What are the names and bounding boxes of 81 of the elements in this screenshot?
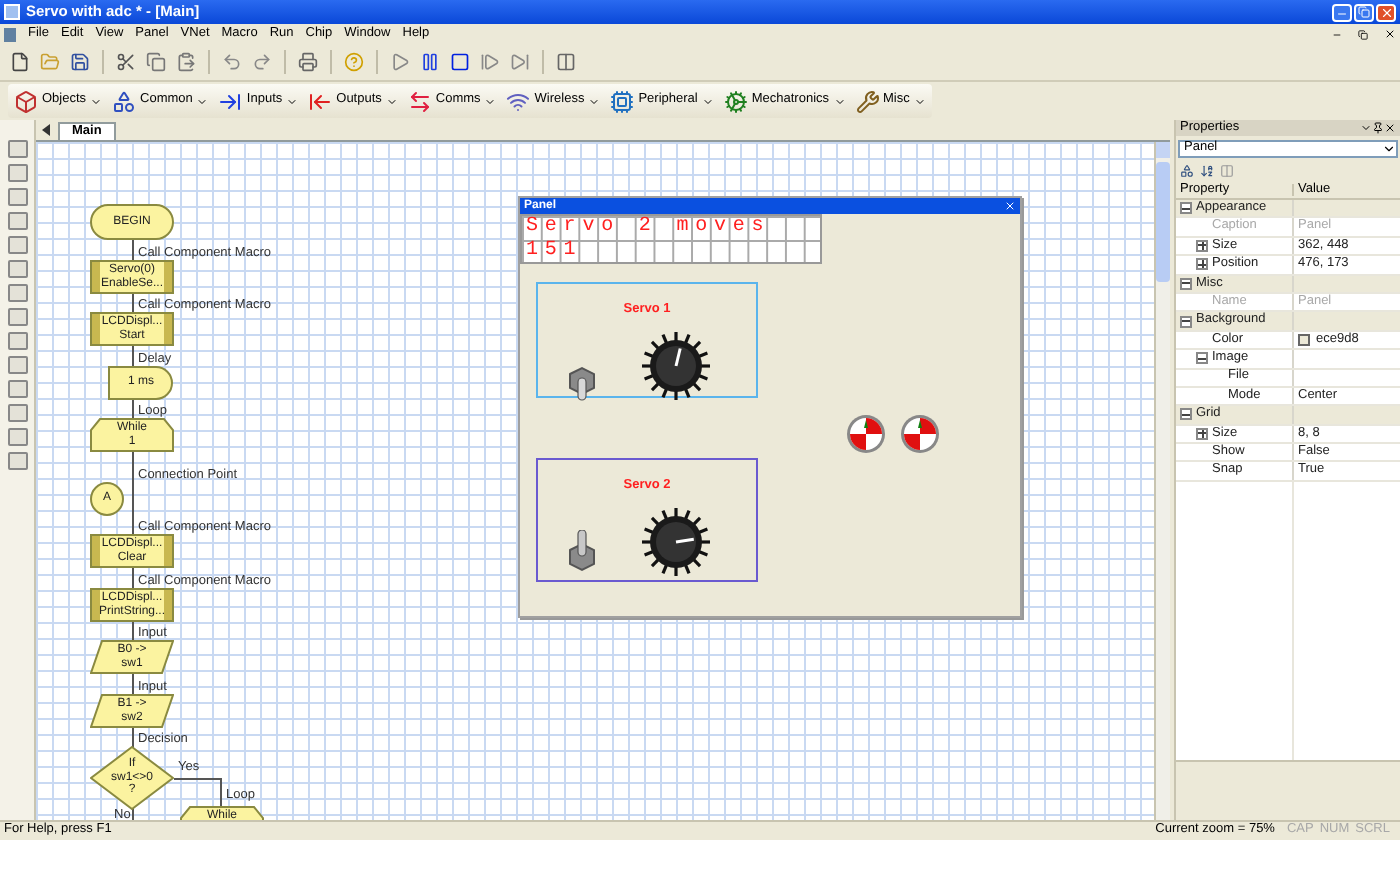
- caret-icon: [484, 95, 497, 107]
- restore-button[interactable]: [1356, 27, 1370, 41]
- arrow-in-icon: [218, 89, 243, 113]
- close-icon[interactable]: [1384, 122, 1396, 134]
- help-icon: [344, 52, 364, 72]
- step-into-icon: [480, 52, 500, 72]
- minimize-button[interactable]: [1332, 3, 1352, 21]
- app-icon: [4, 4, 20, 20]
- chip-icon: [610, 89, 635, 113]
- new-file-icon[interactable]: [8, 50, 32, 74]
- play-icon: [390, 52, 410, 72]
- paste-icon: [176, 52, 196, 72]
- print-icon: [298, 52, 318, 72]
- close-icon: [1383, 28, 1395, 40]
- columns-icon: [556, 52, 576, 72]
- arrow-out-icon: [308, 89, 333, 113]
- collapse-icon[interactable]: [1180, 315, 1192, 328]
- document-icon: [4, 27, 16, 41]
- caret-icon: [588, 95, 601, 107]
- caret-icon: [701, 95, 714, 107]
- caret-icon: [90, 95, 103, 107]
- new-file-icon: [10, 52, 30, 72]
- paste-icon[interactable]: [174, 50, 198, 74]
- collapse-icon[interactable]: [1180, 408, 1192, 421]
- pause-icon[interactable]: [418, 50, 442, 74]
- save-icon: [70, 52, 90, 72]
- wrench-icon: [855, 89, 880, 113]
- collapse-icon[interactable]: [1180, 277, 1192, 290]
- pin-icon[interactable]: [1372, 122, 1384, 134]
- copy-icon[interactable]: [144, 50, 168, 74]
- caret-icon: [833, 95, 846, 107]
- stop-icon: [450, 52, 470, 72]
- redo-icon: [252, 52, 272, 72]
- cut-icon[interactable]: [114, 50, 138, 74]
- caret-icon: [385, 95, 398, 107]
- arrows-icon: [407, 89, 432, 113]
- print-icon[interactable]: [296, 50, 320, 74]
- vertical-scrollbar[interactable]: [1154, 142, 1170, 820]
- columns-icon[interactable]: [554, 50, 578, 74]
- knob-control[interactable]: [639, 505, 711, 577]
- copy-icon: [146, 52, 166, 72]
- dropdown-icon[interactable]: [1360, 122, 1372, 134]
- caret-icon: [1382, 142, 1396, 156]
- knob-control[interactable]: [639, 329, 711, 401]
- collapse-icon[interactable]: [1180, 202, 1192, 215]
- servo-dial-icon: [846, 414, 886, 454]
- close-icon: [1379, 5, 1393, 19]
- categorized-icon[interactable]: [1180, 163, 1194, 177]
- caret-icon: [196, 95, 209, 107]
- pause-icon: [420, 52, 440, 72]
- lcd-text: Servo 2 moves: [524, 216, 773, 240]
- box-icon: [14, 89, 38, 113]
- shapes-icon: [112, 89, 137, 113]
- sort-icon[interactable]: [1200, 163, 1214, 177]
- maximize-icon: [1358, 6, 1370, 18]
- expand-icon[interactable]: [1196, 258, 1208, 271]
- cut-icon: [116, 52, 136, 72]
- toggle-switch[interactable]: [563, 529, 599, 577]
- caret-icon: [286, 95, 299, 107]
- wifi-icon: [506, 89, 531, 113]
- redo-icon[interactable]: [250, 50, 274, 74]
- caret-icon: [913, 95, 926, 107]
- scroll-thumb[interactable]: [1156, 162, 1170, 282]
- expand-icon[interactable]: [1196, 239, 1208, 252]
- gear-icon: [723, 89, 748, 113]
- lcd-text: 151: [524, 240, 585, 264]
- restore-icon: [1358, 29, 1368, 39]
- scroll-left-icon[interactable]: [42, 124, 50, 136]
- undo-icon: [222, 52, 242, 72]
- servo-dial-icon: [900, 414, 940, 454]
- expand-icon[interactable]: [1196, 427, 1208, 440]
- maximize-button[interactable]: [1354, 3, 1374, 21]
- collapse-icon[interactable]: [1196, 352, 1208, 365]
- undo-icon[interactable]: [220, 50, 244, 74]
- open-folder-icon: [40, 52, 60, 72]
- step-over-icon[interactable]: [508, 50, 532, 74]
- close-button[interactable]: [1382, 27, 1396, 41]
- save-icon[interactable]: [68, 50, 92, 74]
- stop-icon[interactable]: [448, 50, 472, 74]
- play-icon[interactable]: [388, 50, 412, 74]
- step-over-icon: [510, 52, 530, 72]
